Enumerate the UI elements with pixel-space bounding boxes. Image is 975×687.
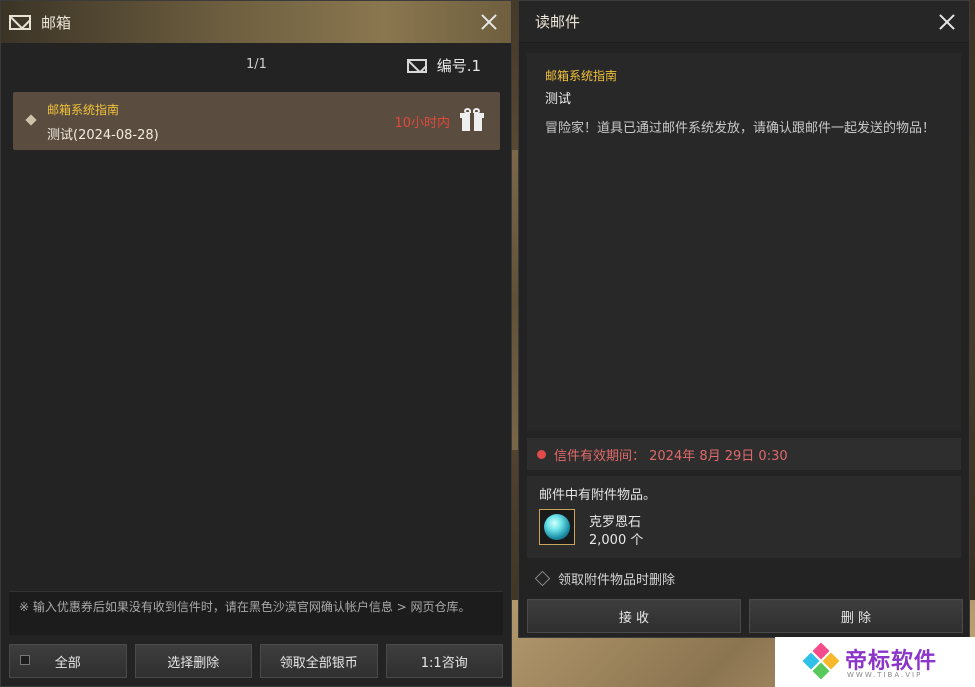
item-slot[interactable] bbox=[539, 509, 575, 545]
checkbox-icon[interactable] bbox=[20, 655, 30, 665]
consult-button[interactable]: 1:1咨询 bbox=[385, 644, 503, 678]
envelope-icon bbox=[9, 14, 31, 30]
watermark-url: WWW.TIBA.VIP bbox=[847, 671, 923, 679]
diamond-checkbox-icon[interactable] bbox=[534, 570, 551, 587]
select-all-button[interactable]: 全部 bbox=[9, 644, 127, 678]
selected-diamond-icon bbox=[25, 114, 37, 126]
mail-content: 邮箱系统指南 测试 冒险家！道具已通过邮件系统发放，请确认跟邮件一起发送的物品！ bbox=[527, 53, 961, 431]
mailbox-title: 邮箱 bbox=[41, 13, 72, 32]
close-icon[interactable] bbox=[477, 10, 501, 34]
watermark: 帝标软件 WWW.TIBA.VIP bbox=[775, 637, 975, 687]
mail-title: 邮箱系统指南 bbox=[545, 69, 618, 83]
expiry-bar: 信件有效期间： 2024年 8月 29日 0:30 bbox=[527, 438, 961, 470]
item-quantity: 2,000 个 bbox=[589, 533, 644, 548]
delete-on-claim-label: 领取附件物品时删除 bbox=[558, 573, 676, 588]
select-all-label: 全部 bbox=[54, 655, 81, 671]
mailbox-subheader: 1/1 编号.1 bbox=[1, 49, 511, 81]
claim-all-silver-button[interactable]: 领取全部银币 bbox=[260, 644, 378, 678]
mailbox-button-row: 全部 选择删除 领取全部银币 1:1咨询 bbox=[9, 644, 503, 678]
mail-item-time: 10小时内 bbox=[394, 116, 450, 131]
watermark-logo-icon bbox=[802, 642, 840, 680]
mail-message: 冒险家！道具已通过邮件系统发放，请确认跟邮件一起发送的物品！ bbox=[545, 121, 936, 136]
mailbox-panel: 邮箱 1/1 编号.1 邮箱系统指南 测试(2024-08-28) 10小时内 … bbox=[0, 0, 512, 687]
envelope-icon bbox=[406, 58, 427, 73]
select-delete-button[interactable]: 选择删除 bbox=[134, 644, 252, 678]
read-mail-panel: 读邮件 邮箱系统指南 测试 冒险家！道具已通过邮件系统发放，请确认跟邮件一起发送… bbox=[518, 0, 970, 638]
expiry-text: 信件有效期间： 2024年 8月 29日 0:30 bbox=[554, 448, 788, 464]
mail-subtitle: 测试 bbox=[545, 92, 572, 107]
read-mail-titlebar[interactable]: 读邮件 bbox=[519, 1, 969, 43]
mail-item-subtitle: 测试(2024-08-28) bbox=[47, 128, 159, 143]
read-mail-title: 读邮件 bbox=[535, 13, 581, 31]
receive-button[interactable]: 接 收 bbox=[527, 599, 741, 633]
attachment-section: 邮件中有附件物品。 克罗恩石 2,000 个 bbox=[527, 476, 961, 558]
attachment-label: 邮件中有附件物品。 bbox=[539, 488, 657, 503]
crystal-stone-icon bbox=[544, 514, 570, 540]
coupon-notice: ※ 输入优惠券后如果没有收到信件时，请在黑色沙漠官网确认帐户信息 > 网页仓库。 bbox=[9, 591, 503, 635]
mail-number-label: 编号.1 bbox=[436, 57, 481, 75]
delete-button[interactable]: 删 除 bbox=[749, 599, 963, 633]
item-name: 克罗恩石 bbox=[589, 515, 642, 530]
mail-number: 编号.1 bbox=[406, 55, 481, 76]
delete-on-claim-toggle[interactable]: 领取附件物品时删除 bbox=[534, 569, 676, 588]
page-count: 1/1 bbox=[246, 57, 267, 72]
read-mail-button-row: 接 收 删 除 bbox=[527, 599, 963, 633]
mail-item-title: 邮箱系统指南 bbox=[47, 103, 120, 117]
close-icon[interactable] bbox=[935, 10, 959, 34]
gift-icon bbox=[460, 108, 484, 132]
mailbox-titlebar[interactable]: 邮箱 bbox=[1, 1, 511, 43]
alert-dot-icon bbox=[537, 449, 546, 459]
mail-list-item[interactable]: 邮箱系统指南 测试(2024-08-28) 10小时内 bbox=[13, 92, 500, 150]
